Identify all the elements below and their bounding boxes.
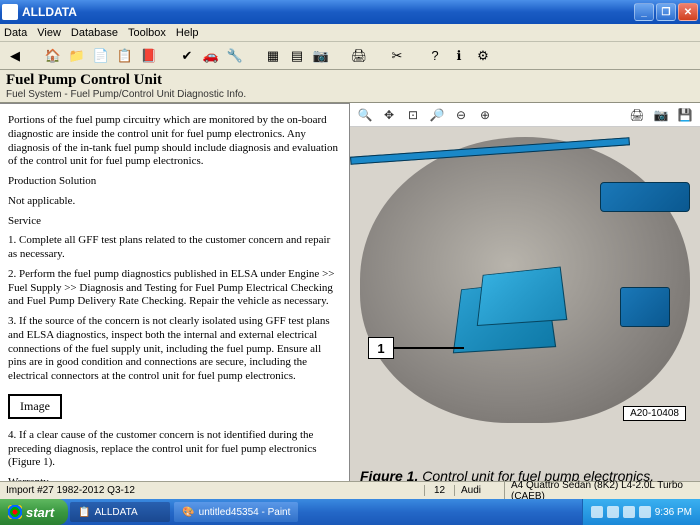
article-step2: 2. Perform the fuel pump diagnostics pub… — [8, 268, 341, 309]
doc2-icon[interactable]: 📋 — [116, 47, 134, 65]
close-button[interactable]: ✕ — [678, 3, 698, 21]
article-heading2: Production Solution — [8, 175, 341, 189]
image-button[interactable]: Image — [8, 394, 62, 419]
diagram-image: 1 A20-10408 Figure 1. Control unit for f… — [350, 127, 700, 493]
status-import: Import #27 1982-2012 Q3-12 — [6, 485, 424, 496]
taskbar-paint[interactable]: 🎨untitled45354 - Paint — [174, 502, 298, 522]
maximize-button[interactable]: ❐ — [656, 3, 676, 21]
cut-icon[interactable]: ✂ — [388, 47, 406, 65]
tray-icon[interactable] — [623, 506, 635, 518]
article-heading: Fuel Pump Control Unit Fuel System - Fue… — [0, 70, 700, 103]
menu-bar: Data View Database Toolbox Help — [0, 24, 700, 42]
check-icon[interactable]: ✔ — [178, 47, 196, 65]
status-make: Audi — [454, 485, 504, 496]
home-icon[interactable]: 🏠 — [44, 47, 62, 65]
menu-view[interactable]: View — [37, 27, 61, 39]
content-area: Portions of the fuel pump circuitry whic… — [0, 103, 700, 493]
back-icon[interactable]: ◀ — [6, 47, 24, 65]
menu-help[interactable]: Help — [176, 27, 199, 39]
image-pane: 🔍 ✥ ⊡ 🔎 ⊖ ⊕ 🖨 📷 💾 1 A20-10408 Figure 1. … — [350, 103, 700, 493]
main-toolbar: ◀ 🏠 📁 📄 📋 📕 ✔ 🚗 🔧 ▦ ▤ 📷 🖨 ✂ ? ℹ ⚙ — [0, 42, 700, 70]
image-toolbar: 🔍 ✥ ⊡ 🔎 ⊖ ⊕ 🖨 📷 💾 — [350, 103, 700, 127]
article-pane[interactable]: Portions of the fuel pump circuitry whic… — [0, 103, 350, 493]
menu-database[interactable]: Database — [71, 27, 118, 39]
window-title: ALLDATA — [22, 5, 634, 19]
article-para: Portions of the fuel pump circuitry whic… — [8, 114, 341, 169]
clock: 9:36 PM — [655, 507, 692, 518]
page-subtitle: Fuel System - Fuel Pump/Control Unit Dia… — [6, 89, 694, 100]
info-icon[interactable]: ℹ — [450, 47, 468, 65]
menu-data[interactable]: Data — [4, 27, 27, 39]
status-num: 12 — [424, 485, 454, 496]
minimize-button[interactable]: _ — [634, 3, 654, 21]
article-step1: 1. Complete all GFF test plans related t… — [8, 234, 341, 262]
connector-top — [600, 182, 690, 212]
camera2-icon[interactable]: 📷 — [652, 106, 670, 124]
settings-icon[interactable]: ⚙ — [474, 47, 492, 65]
list-icon[interactable]: ▦ — [264, 47, 282, 65]
print2-icon[interactable]: 🖨 — [628, 106, 646, 124]
taskbar-alldata[interactable]: 📋ALLDATA — [70, 502, 170, 522]
zoom3-icon[interactable]: ⊕ — [476, 106, 494, 124]
save-icon[interactable]: 💾 — [676, 106, 694, 124]
article-step3: 3. If the source of the concern is not c… — [8, 315, 341, 384]
book-icon[interactable]: 📕 — [140, 47, 158, 65]
zoom-out-icon[interactable]: 🔎 — [428, 106, 446, 124]
callout-1: 1 — [368, 337, 394, 359]
status-bar: Import #27 1982-2012 Q3-12 12 Audi A4 Qu… — [0, 481, 700, 499]
article-heading3: Service — [8, 215, 341, 229]
app-icon — [2, 4, 18, 20]
article-para: Not applicable. — [8, 195, 341, 209]
start-button[interactable]: start — [0, 499, 68, 525]
folder-icon[interactable]: 📁 — [68, 47, 86, 65]
zoom2-icon[interactable]: ⊖ — [452, 106, 470, 124]
car-icon[interactable]: 🚗 — [202, 47, 220, 65]
doc-icon[interactable]: 📄 — [92, 47, 110, 65]
tray-icon[interactable] — [639, 506, 651, 518]
pan-icon[interactable]: ✥ — [380, 106, 398, 124]
help-icon[interactable]: ? — [426, 47, 444, 65]
system-tray[interactable]: 9:36 PM — [582, 499, 700, 525]
page-title: Fuel Pump Control Unit — [6, 72, 694, 89]
zoom-in-icon[interactable]: 🔍 — [356, 106, 374, 124]
connector-right — [620, 287, 670, 327]
zoom-fit-icon[interactable]: ⊡ — [404, 106, 422, 124]
tray-icon[interactable] — [591, 506, 603, 518]
part-number: A20-10408 — [623, 406, 686, 421]
view-icon[interactable]: ▤ — [288, 47, 306, 65]
title-bar: ALLDATA _ ❐ ✕ — [0, 0, 700, 24]
windows-taskbar: start 📋ALLDATA 🎨untitled45354 - Paint 9:… — [0, 499, 700, 525]
wrench-icon[interactable]: 🔧 — [226, 47, 244, 65]
article-step4: 4. If a clear cause of the customer conc… — [8, 429, 341, 470]
control-module-top — [477, 267, 568, 326]
print-icon[interactable]: 🖨 — [350, 47, 368, 65]
callout-line — [394, 347, 464, 349]
camera-icon[interactable]: 📷 — [312, 47, 330, 65]
menu-toolbox[interactable]: Toolbox — [128, 27, 166, 39]
tray-icon[interactable] — [607, 506, 619, 518]
